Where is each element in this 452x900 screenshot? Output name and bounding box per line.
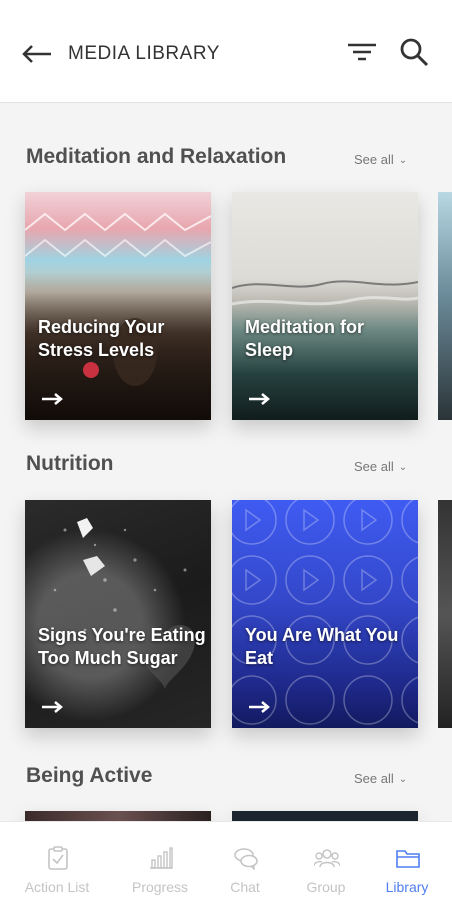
filter-icon[interactable] [346, 40, 378, 66]
card-image-decoration [25, 500, 211, 728]
see-all-being-active-link[interactable]: See all ⌄ [354, 771, 407, 786]
arrow-left-icon[interactable] [20, 40, 54, 68]
bar-chart-icon [150, 847, 173, 869]
arrow-right-icon [42, 701, 63, 713]
nav-item-group[interactable]: Group [281, 822, 371, 900]
chat-bubbles-icon [234, 848, 258, 870]
app-header: MEDIA LIBRARY [0, 0, 452, 103]
nav-label: Library [385, 879, 429, 895]
card-image-decoration [232, 500, 418, 728]
nav-item-chat[interactable]: Chat [200, 822, 290, 900]
nav-item-progress[interactable]: Progress [115, 822, 205, 900]
nav-item-library[interactable]: Library [362, 822, 452, 900]
nav-label: Group [306, 879, 346, 895]
section-title-nutrition: Nutrition [26, 452, 114, 475]
media-card-you-are-what-you-eat[interactable]: You Are What You Eat [232, 500, 418, 728]
nav-label: Chat [230, 879, 260, 895]
search-icon[interactable] [398, 36, 430, 68]
page-title: MEDIA LIBRARY [68, 43, 220, 64]
chevron-down-icon: ⌄ [398, 462, 408, 473]
media-card-sugar[interactable]: Signs You're Eating Too Much Sugar [25, 500, 211, 728]
group-icon [314, 849, 340, 868]
nav-item-action-list[interactable]: Action List [12, 822, 102, 900]
clipboard-check-icon [48, 846, 68, 870]
section-title-being-active: Being Active [26, 764, 153, 787]
card-title: Signs You're Eating Too Much Sugar [38, 625, 206, 668]
nav-label: Progress [131, 879, 189, 895]
see-all-label: See all [354, 459, 394, 474]
nav-label: Action List [24, 879, 90, 895]
arrow-right-icon [42, 393, 63, 405]
see-all-label: See all [354, 152, 394, 167]
folder-icon [396, 850, 420, 868]
card-title: You Are What You Eat [245, 625, 399, 668]
media-card-peek[interactable] [438, 500, 452, 728]
card-image-decoration [25, 192, 211, 420]
card-title: Meditation for Sleep [245, 317, 364, 360]
see-all-nutrition-link[interactable]: See all ⌄ [354, 459, 407, 474]
card-image-decoration [232, 192, 418, 420]
arrow-right-icon [249, 393, 270, 405]
media-card-reducing-stress[interactable]: Reducing Your Stress Levels [25, 192, 211, 420]
section-title-meditation: Meditation and Relaxation [26, 145, 287, 168]
see-all-meditation-link[interactable]: See all ⌄ [354, 152, 407, 167]
arrow-right-icon [249, 701, 270, 713]
card-title: Reducing Your Stress Levels [38, 317, 165, 360]
chevron-down-icon: ⌄ [398, 774, 408, 785]
media-card-peek[interactable] [438, 192, 452, 420]
bottom-navigation: Action List Progress Chat Group Library [0, 821, 452, 900]
media-card-meditation-sleep[interactable]: Meditation for Sleep [232, 192, 418, 420]
see-all-label: See all [354, 771, 394, 786]
chevron-down-icon: ⌄ [398, 155, 408, 166]
